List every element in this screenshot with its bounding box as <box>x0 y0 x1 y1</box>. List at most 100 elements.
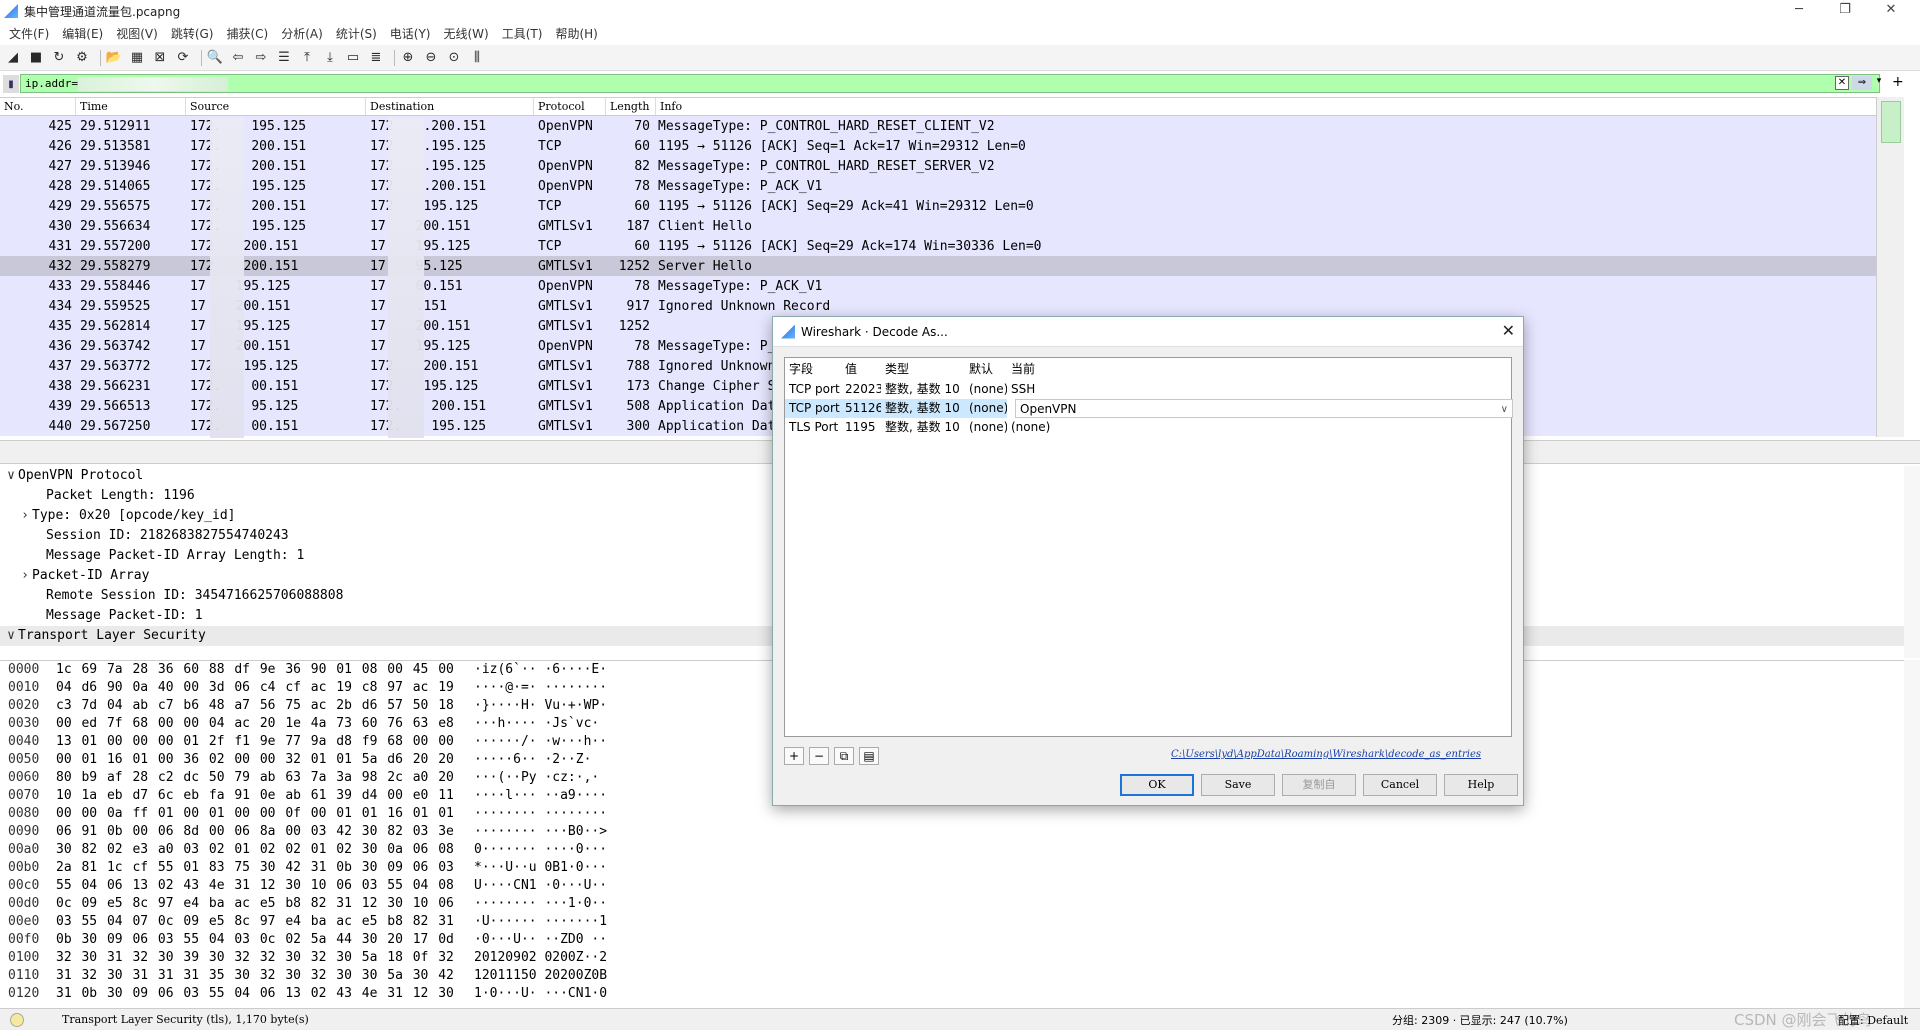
header-current[interactable]: 当前 <box>1007 358 1511 380</box>
col-no[interactable]: No. <box>0 98 76 115</box>
hex-row[interactable]: 0110 31 32 30 31 31 31 35 30 32 30 32 30 … <box>0 967 1920 985</box>
expand-arrow-icon[interactable]: › <box>18 566 32 586</box>
packet-row[interactable]: 431 29.557200 172 200.151 17 195.125 TCP 60 1195… <box>0 236 1904 256</box>
col-info[interactable]: Info <box>656 98 1904 115</box>
remove-entry-button[interactable]: − <box>809 747 829 765</box>
expand-arrow-icon[interactable]: ∨ <box>4 626 18 646</box>
menu-capture[interactable]: 捕获(C) <box>226 25 268 42</box>
decode-row-selected[interactable]: TCP port 51126 整数, 基数 10 (none) OpenVPN ∨ <box>785 399 1513 418</box>
open-file-icon[interactable]: 📂 <box>105 49 123 67</box>
autoscroll-icon[interactable]: ▭ <box>344 49 362 67</box>
col-time[interactable]: Time <box>76 98 186 115</box>
colorize-icon[interactable]: ≣ <box>367 49 385 67</box>
expand-arrow-icon[interactable]: ∨ <box>4 466 18 486</box>
dialog-close-icon[interactable]: ✕ <box>1502 321 1515 340</box>
menu-edit[interactable]: 编辑(E) <box>62 25 103 42</box>
ok-button[interactable]: OK <box>1120 774 1194 796</box>
hex-row[interactable]: 00a0 30 82 02 e3 a0 03 02 01 02 02 01 02 … <box>0 841 1920 859</box>
menu-statistics[interactable]: 统计(S) <box>336 25 377 42</box>
clear-entries-button[interactable]: ▤ <box>859 747 879 765</box>
hex-row[interactable]: 00d0 0c 09 e5 8c 97 e4 ba ac e5 b8 82 31 … <box>0 895 1920 913</box>
packet-length: 173 <box>626 378 650 394</box>
hex-row[interactable]: 0090 06 91 0b 00 06 8d 00 06 8a 00 03 42 … <box>0 823 1920 841</box>
help-button[interactable]: Help <box>1444 774 1518 796</box>
decode-row[interactable]: TLS Port 1195 整数, 基数 10 (none) (none) <box>785 418 1511 437</box>
copy-entry-button[interactable]: ⧉ <box>834 747 854 765</box>
col-length[interactable]: Length <box>606 98 656 115</box>
add-filter-button[interactable]: + <box>1892 74 1904 90</box>
maximize-button[interactable]: ❐ <box>1822 0 1868 22</box>
config-path-link[interactable]: C:\Users\lyd\AppData\Roaming\Wireshark\d… <box>1171 749 1481 760</box>
reload-file-icon[interactable]: ⟳ <box>174 49 192 67</box>
close-button[interactable]: ✕ <box>1868 0 1914 22</box>
restart-capture-icon[interactable]: ↻ <box>50 49 68 67</box>
menu-telephony[interactable]: 电话(Y) <box>390 25 431 42</box>
menu-wireless[interactable]: 无线(W) <box>444 25 489 42</box>
minimize-button[interactable]: ─ <box>1776 0 1822 22</box>
zoom-out-icon[interactable]: ⊖ <box>422 49 440 67</box>
go-first-icon[interactable]: ⤒ <box>298 49 316 67</box>
hex-row[interactable]: 00b0 2a 81 1c cf 55 01 83 75 30 42 31 0b … <box>0 859 1920 877</box>
packet-row[interactable]: 425 29.512911 172. 195.125 172.200.151 OpenVP… <box>0 116 1904 136</box>
packet-row[interactable]: 429 29.556575 172. 200.151 172 195.125 TCP 60 11… <box>0 196 1904 216</box>
zoom-in-icon[interactable]: ⊕ <box>399 49 417 67</box>
go-back-icon[interactable]: ⇦ <box>229 49 247 67</box>
header-default[interactable]: 默认 <box>965 358 1007 380</box>
save-button[interactable]: Save <box>1201 774 1275 796</box>
destination-prefix: 17 <box>370 298 386 314</box>
filter-history-dropdown[interactable]: ▾ <box>1874 76 1884 90</box>
header-value[interactable]: 值 <box>841 358 881 380</box>
hex-row[interactable]: 00c0 55 04 06 13 02 43 4e 31 12 30 10 06 … <box>0 877 1920 895</box>
hex-row[interactable]: 0100 32 30 31 32 30 39 30 32 32 30 32 30 … <box>0 949 1920 967</box>
find-packet-icon[interactable]: 🔍 <box>206 49 224 67</box>
details-scrollbar[interactable] <box>1904 466 1920 658</box>
start-capture-icon[interactable]: ◢ <box>4 49 22 67</box>
hex-bytes: 0c 09 e5 8c 97 e4 ba ac e5 b8 82 31 12 3… <box>56 896 454 911</box>
menu-go[interactable]: 跳转(G) <box>171 25 214 42</box>
hex-row[interactable]: 00f0 0b 30 09 06 03 55 04 03 0c 02 5a 44 … <box>0 931 1920 949</box>
save-file-icon[interactable]: ▦ <box>128 49 146 67</box>
packet-row[interactable]: 427 29.513946 172. 200.151 172.195.125 OpenVP… <box>0 156 1904 176</box>
expert-info-icon[interactable] <box>10 1012 24 1027</box>
hex-row[interactable]: 0120 31 0b 30 09 06 03 55 04 06 13 02 43 … <box>0 985 1920 1003</box>
packet-list-scrollbar[interactable] <box>1876 97 1904 437</box>
resize-columns-icon[interactable]: ⫼ <box>468 49 486 67</box>
col-source[interactable]: Source <box>186 98 366 115</box>
menu-tools[interactable]: 工具(T) <box>502 25 543 42</box>
go-forward-icon[interactable]: ⇨ <box>252 49 270 67</box>
packet-row[interactable]: 428 29.514065 172. 195.125 172.200.151 OpenVP… <box>0 176 1904 196</box>
profile-label[interactable]: 配置: Default <box>1838 1012 1908 1028</box>
bookmark-icon[interactable]: ▮ <box>3 75 19 93</box>
header-type[interactable]: 类型 <box>881 358 965 380</box>
bytes-scrollbar[interactable] <box>1904 660 1920 1008</box>
stop-capture-icon[interactable]: ■ <box>27 49 45 67</box>
col-protocol[interactable]: Protocol <box>534 98 606 115</box>
go-last-icon[interactable]: ⤓ <box>321 49 339 67</box>
packet-row[interactable]: 433 29.558446 17 195.125 17 00.151 OpenVPN 78 Me… <box>0 276 1904 296</box>
display-filter-input[interactable]: ip.addr= <box>20 74 1880 93</box>
menu-analyze[interactable]: 分析(A) <box>281 25 323 42</box>
col-destination[interactable]: Destination <box>366 98 534 115</box>
hex-row[interactable]: 00e0 03 55 04 07 0c 09 e5 8c 97 e4 ba ac … <box>0 913 1920 931</box>
cancel-button[interactable]: Cancel <box>1363 774 1437 796</box>
copy-from-button[interactable]: 复制自 <box>1282 774 1356 796</box>
header-field[interactable]: 字段 <box>785 358 841 380</box>
apply-filter-button[interactable]: ⇒ <box>1852 76 1872 90</box>
expand-arrow-icon[interactable]: › <box>18 506 32 526</box>
packet-row[interactable]: 434 29.559525 17 200.151 17.151 GMTLSv1 917 Ign… <box>0 296 1904 316</box>
packet-row[interactable]: 432 29.558279 172 200.151 17 95.125 GMTLSv1 125… <box>0 256 1904 276</box>
menu-view[interactable]: 视图(V) <box>116 25 158 42</box>
hex-row[interactable]: 0080 00 00 0a ff 01 00 01 00 00 0f 00 01 … <box>0 805 1920 823</box>
zoom-reset-icon[interactable]: ⊙ <box>445 49 463 67</box>
menu-help[interactable]: 帮助(H) <box>555 25 597 42</box>
add-entry-button[interactable]: + <box>784 747 804 765</box>
packet-row[interactable]: 426 29.513581 172. 200.151 172.195.125 TCP 60 1… <box>0 136 1904 156</box>
decode-row[interactable]: TCP port 22023 整数, 基数 10 (none) SSH <box>785 380 1511 399</box>
current-protocol-combobox[interactable]: OpenVPN ∨ <box>1015 399 1513 418</box>
capture-options-icon[interactable]: ⚙ <box>73 49 91 67</box>
clear-filter-button[interactable]: ✕ <box>1835 76 1849 90</box>
go-to-packet-icon[interactable]: ☰ <box>275 49 293 67</box>
packet-row[interactable]: 430 29.556634 172. 195.125 17 200.151 GMTLSv1 1… <box>0 216 1904 236</box>
close-file-icon[interactable]: ⊠ <box>151 49 169 67</box>
menu-file[interactable]: 文件(F) <box>9 25 49 42</box>
